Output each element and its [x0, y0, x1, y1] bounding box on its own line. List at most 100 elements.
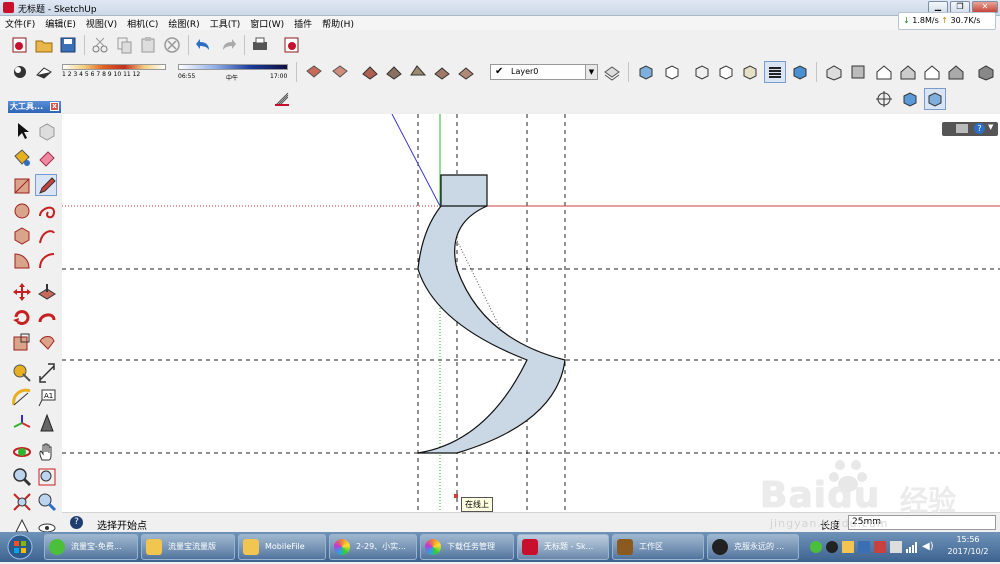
sandbox-stamp-icon[interactable]: [432, 62, 452, 82]
move-tool-icon[interactable]: [11, 281, 33, 303]
month-slider[interactable]: 1 2 3 4 5 6 7 8 9 10 11 12: [62, 62, 166, 82]
copy-icon[interactable]: [114, 35, 134, 55]
hidden-line-style-icon[interactable]: [716, 62, 736, 82]
sandbox-contours-icon[interactable]: [360, 62, 380, 82]
task-liuliangbao-free[interactable]: 流量宝-免费...: [44, 534, 138, 560]
zoom-extents-tool-icon[interactable]: [11, 491, 33, 513]
rectangle-tool-icon[interactable]: [11, 175, 33, 197]
menu-file[interactable]: 文件(F): [0, 16, 40, 30]
layer-dropdown[interactable]: ✔ Layer0 ▼: [490, 64, 598, 80]
menu-camera[interactable]: 相机(C): [122, 16, 163, 30]
model-canvas[interactable]: [62, 114, 1000, 512]
offset-tool-icon[interactable]: [36, 331, 58, 353]
undo-icon[interactable]: [194, 35, 214, 55]
sandbox-smoove-icon[interactable]: [408, 62, 428, 82]
erase-delete-icon[interactable]: [162, 35, 182, 55]
position-camera-icon[interactable]: [874, 89, 894, 109]
instructor-toggle[interactable]: ? ▼: [942, 122, 998, 136]
tray-liuliangbao-icon[interactable]: [810, 541, 822, 553]
axes-tool-icon[interactable]: [11, 412, 33, 434]
menu-draw[interactable]: 绘图(R): [163, 16, 204, 30]
dynamic-component-icon[interactable]: [272, 89, 292, 109]
chevron-down-icon[interactable]: ▼: [988, 123, 993, 131]
left-view-icon[interactable]: [946, 62, 966, 82]
shaded-textures-style-icon[interactable]: [764, 61, 786, 83]
menu-tools[interactable]: 工具(T): [205, 16, 246, 30]
scale-tool-icon[interactable]: [11, 331, 33, 353]
zoom-window-tool-icon[interactable]: [36, 466, 58, 488]
monochrome-style-icon[interactable]: [790, 62, 810, 82]
3d-text-tool-icon[interactable]: [36, 412, 58, 434]
top-view-icon[interactable]: [848, 62, 868, 82]
paint-bucket-icon[interactable]: [11, 146, 33, 168]
tape-measure-tool-icon[interactable]: [11, 362, 33, 384]
menu-view[interactable]: 视图(V): [81, 16, 122, 30]
layer-manager-icon[interactable]: [602, 62, 622, 82]
text-label-tool-icon[interactable]: A1: [36, 387, 58, 409]
pan-tool-icon[interactable]: [36, 441, 58, 463]
tray-volume-icon[interactable]: ◀): [922, 541, 934, 553]
task-workspace[interactable]: 工作区: [612, 534, 704, 560]
tray-qq-icon[interactable]: [826, 541, 838, 553]
bottom-view-icon[interactable]: [976, 62, 996, 82]
two-point-arc-icon[interactable]: [36, 250, 58, 272]
walk-icon[interactable]: [924, 88, 946, 110]
protractor-tool-icon[interactable]: [11, 387, 33, 409]
menu-window[interactable]: 窗口(W): [245, 16, 289, 30]
task-liuliangbao-flow[interactable]: 流量宝流量版: [141, 534, 235, 560]
back-view-icon[interactable]: [922, 62, 942, 82]
wireframe-style-icon[interactable]: [692, 62, 712, 82]
pie-tool-icon[interactable]: [11, 250, 33, 272]
shadow-settings-icon[interactable]: [10, 62, 30, 82]
redo-icon[interactable]: [218, 35, 238, 55]
task-mobilefile[interactable]: MobileFile: [238, 534, 326, 560]
tray-signal-icon[interactable]: [906, 541, 918, 553]
menu-edit[interactable]: 编辑(E): [40, 16, 81, 30]
iso-view-icon[interactable]: [824, 62, 844, 82]
section-display-icon[interactable]: [330, 62, 350, 82]
push-pull-tool-icon[interactable]: [36, 281, 58, 303]
look-around-icon[interactable]: [900, 89, 920, 109]
right-view-icon[interactable]: [898, 62, 918, 82]
dimension-tool-icon[interactable]: [36, 362, 58, 384]
new-file-icon[interactable]: [10, 35, 30, 55]
cut-icon[interactable]: [90, 35, 110, 55]
eraser-icon[interactable]: [36, 146, 58, 168]
menu-plugins[interactable]: 插件: [289, 16, 317, 30]
tray-network-error-icon[interactable]: [874, 541, 886, 553]
question-icon[interactable]: ?: [70, 516, 83, 529]
circle-tool-icon[interactable]: [11, 200, 33, 222]
tray-app-icon[interactable]: [858, 541, 870, 553]
previous-view-tool-icon[interactable]: [36, 491, 58, 513]
sandbox-scratch-icon[interactable]: [384, 62, 404, 82]
task-2-29[interactable]: 2-29、小实...: [329, 534, 417, 560]
task-qq-chat[interactable]: 克服永远的 ...: [707, 534, 799, 560]
time-slider[interactable]: 06:55 中午 17:00: [178, 62, 288, 82]
rotate-tool-icon[interactable]: [11, 306, 33, 328]
section-plane-icon[interactable]: [304, 62, 324, 82]
print-icon[interactable]: [250, 35, 270, 55]
shaded-style-icon[interactable]: [740, 62, 760, 82]
arc-tool-icon[interactable]: [36, 200, 58, 222]
back-edges-style-icon[interactable]: [662, 62, 682, 82]
model-info-icon[interactable]: [282, 35, 302, 55]
sandbox-drape-icon[interactable]: [456, 62, 476, 82]
start-button[interactable]: [2, 533, 38, 561]
chevron-down-icon[interactable]: ▼: [585, 65, 597, 79]
orbit-tool-icon[interactable]: [11, 441, 33, 463]
front-view-icon[interactable]: [874, 62, 894, 82]
large-toolset-title-bar[interactable]: 大工具... x: [8, 101, 61, 113]
task-sketchup[interactable]: 无标题 - Sk...: [517, 534, 609, 560]
save-icon[interactable]: [58, 35, 78, 55]
zoom-tool-icon[interactable]: [11, 466, 33, 488]
drawing-viewport[interactable]: ? ▼ 在线上: [62, 114, 1000, 512]
tray-display-icon[interactable]: [890, 541, 902, 553]
freehand-tool-icon[interactable]: [36, 225, 58, 247]
help-icon[interactable]: ?: [974, 123, 985, 134]
line-pencil-tool-icon[interactable]: [35, 174, 57, 196]
follow-me-tool-icon[interactable]: [36, 306, 58, 328]
xray-style-icon[interactable]: [636, 62, 656, 82]
paste-icon[interactable]: [138, 35, 158, 55]
close-icon[interactable]: x: [50, 102, 59, 111]
select-tool-icon[interactable]: [11, 120, 33, 142]
